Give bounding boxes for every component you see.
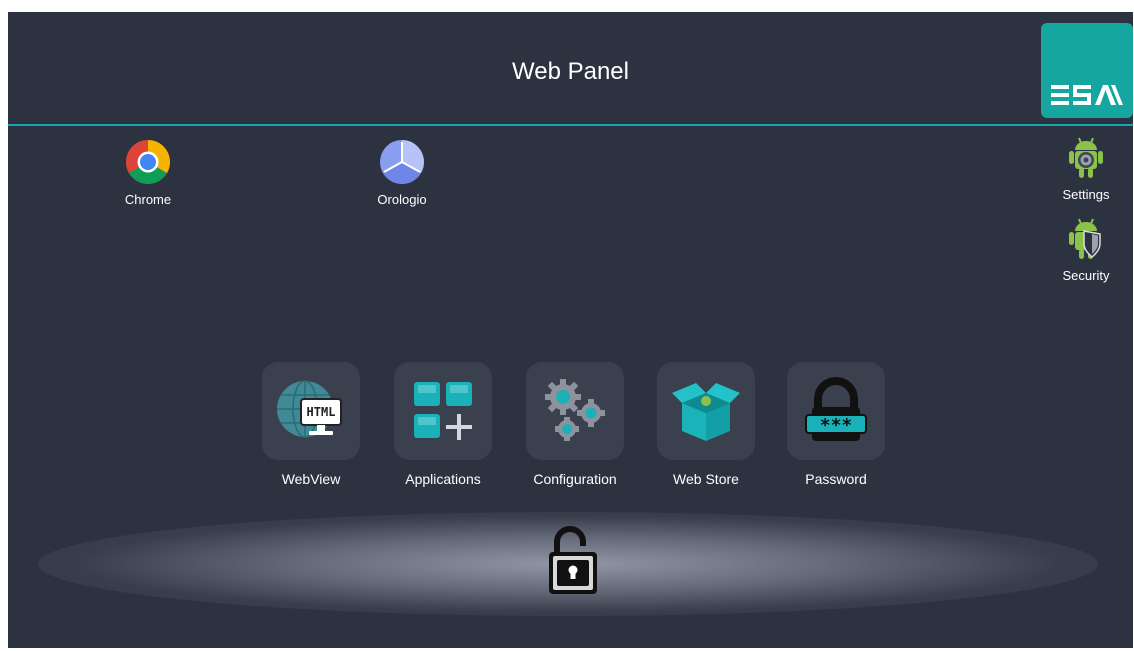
applications-tile[interactable]: [394, 362, 492, 460]
clock-icon: [380, 140, 424, 184]
dock-item-webview[interactable]: HTML WebView: [260, 362, 362, 488]
unlocked-padlock-icon[interactable]: [545, 524, 601, 601]
chrome-label: Chrome: [124, 192, 172, 207]
configuration-tile[interactable]: [526, 362, 624, 460]
side-icon-settings[interactable]: Settings: [1053, 136, 1119, 203]
dock-item-web-store[interactable]: Web Store: [655, 362, 757, 488]
applications-label: Applications: [405, 471, 481, 487]
android-settings-icon: [1069, 137, 1103, 178]
svg-text:HTML: HTML: [307, 405, 336, 419]
store-box-icon: [672, 383, 740, 441]
esa-logo: [1041, 23, 1133, 118]
web-store-label: Web Store: [673, 471, 739, 487]
html-globe-icon: HTML: [277, 380, 342, 438]
password-lock-icon: ***: [805, 377, 867, 441]
desktop-icon-chrome[interactable]: Chrome: [110, 139, 186, 208]
webview-tile[interactable]: HTML: [262, 362, 360, 460]
applications-grid-icon: [414, 382, 472, 440]
dock-item-configuration[interactable]: Configuration: [524, 362, 626, 488]
settings-label: Settings: [1062, 187, 1110, 202]
dock-item-password[interactable]: *** Password: [785, 362, 887, 488]
security-label: Security: [1062, 268, 1110, 283]
header-divider: [8, 124, 1133, 126]
password-label: Password: [805, 471, 867, 487]
device-screen: Web Panel Chrome Orologio Settings Secur…: [8, 12, 1133, 648]
desktop-icon-orologio[interactable]: Orologio: [364, 139, 440, 208]
gears-icon: [545, 379, 605, 441]
dock-item-applications[interactable]: Applications: [392, 362, 494, 488]
page-title: Web Panel: [512, 58, 629, 85]
orologio-label: Orologio: [377, 192, 427, 207]
chrome-icon: [126, 140, 170, 184]
password-tile[interactable]: ***: [787, 362, 885, 460]
svg-text:***: ***: [820, 415, 853, 436]
webview-label: WebView: [281, 471, 341, 487]
web-store-tile[interactable]: [657, 362, 755, 460]
android-security-icon: [1069, 218, 1101, 259]
header-bar: Web Panel: [8, 12, 1133, 124]
side-icon-security[interactable]: Security: [1053, 217, 1119, 284]
configuration-label: Configuration: [533, 471, 617, 487]
